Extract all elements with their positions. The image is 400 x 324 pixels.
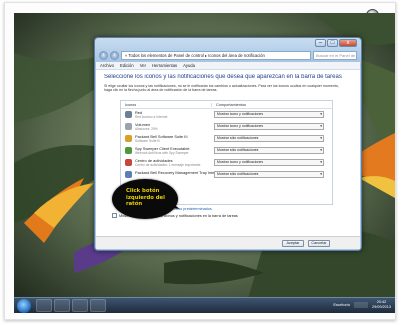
chevron-down-icon: ▾ [320,136,322,140]
close-button[interactable]: x [339,39,357,47]
behavior-select[interactable]: Mostrar icono y notificaciones ▾ [214,159,324,166]
behavior-select-value: Mostrar icono y notificaciones [217,124,264,128]
desktop-toolbar-label[interactable]: Escritorio [333,302,350,307]
table-header: Iconos Comportamientos [121,101,332,109]
recovery-icon [125,171,132,178]
chevron-down-icon: ▾ [320,124,322,128]
minimize-button[interactable]: – [315,39,326,47]
table-row: Packard Bell Software Suite III Software… [121,133,332,145]
behavior-select[interactable]: Mostrar sólo notificaciones ▾ [214,135,324,142]
menu-bar: Archivo Edición Ver Herramientas Ayuda [96,62,360,70]
behavior-select-value: Mostrar icono y notificaciones [217,112,264,116]
clock[interactable]: 20:42 29/09/2013 [372,300,391,309]
menu-ver[interactable]: Ver [140,63,146,68]
behavior-select-value: Mostrar sólo notificaciones [217,172,259,176]
tray-icons[interactable] [353,301,368,308]
back-arrow-icon[interactable]: ‹ [99,50,108,60]
menu-edicion[interactable]: Edición [120,63,134,68]
column-header-behavior[interactable]: Comportamientos [211,102,332,107]
behavior-select[interactable]: Mostrar sólo notificaciones ▾ [214,147,324,154]
behavior-select[interactable]: Mostrar icono y notificaciones ▾ [214,111,324,118]
network-icon [125,111,132,118]
row-subtitle: Altavoces: 29% [135,127,158,131]
system-tray: Escritorio 20:42 29/09/2013 [333,300,391,309]
search-input[interactable]: Buscar en el Panel de control [313,50,357,60]
always-show-checkbox[interactable] [112,213,117,218]
table-row: Red Red Acceso a Internet Mostrar icono … [121,109,332,121]
chevron-down-icon: ▾ [320,112,322,116]
chevron-down-icon: ▾ [320,148,322,152]
menu-herramientas[interactable]: Herramientas [152,63,177,68]
page-description: Si elige ocultar los iconos y las notifi… [104,84,339,93]
table-row: Centro de actividades Centro de activida… [121,157,332,169]
spy-sweeper-icon [125,147,132,154]
dialog-footer: Aceptar Cancelar [96,236,360,249]
row-subtitle: Centro de actividades: 1 mensaje importa… [135,163,201,167]
cancel-button[interactable]: Cancelar [308,240,330,247]
control-panel-task[interactable] [90,299,106,312]
behavior-select-value: Mostrar sólo notificaciones [217,136,259,140]
row-subtitle: Software Suite III [135,139,161,143]
caption-buttons: – □ x [315,39,357,47]
menu-archivo[interactable]: Archivo [100,63,114,68]
volume-icon [125,123,132,130]
photo-frame: – □ x ‹ › « Todos los elementos de Panel… [4,2,396,320]
start-orb-icon[interactable] [17,299,31,313]
maximize-button[interactable]: □ [327,39,338,47]
row-subtitle: Red Acceso a Internet [135,115,168,119]
chevron-down-icon: ▾ [320,160,322,164]
navigation-row: ‹ › « Todos los elementos de Panel de co… [99,50,357,60]
media-icon[interactable] [72,299,88,312]
row-name: Packard Bell Recovery Management Tray In… [135,170,224,175]
flag-icon [125,159,132,166]
callout-text: Click botón izquierdo del ratón [126,188,165,207]
control-panel-window: – □ x ‹ › « Todos los elementos de Panel… [94,37,362,251]
accept-button[interactable]: Aceptar [282,240,304,247]
folder-icon[interactable] [54,299,70,312]
table-row: Volumen Altavoces: 29% Mostrar icono y n… [121,121,332,133]
behavior-select-value: Mostrar sólo notificaciones [217,148,259,152]
page-title: Seleccione los iconos y las notificacion… [104,74,342,80]
table-row: Spy Sweeper Client Executable Webroot An… [121,145,332,157]
packard-bell-icon [125,135,132,142]
forward-arrow-icon[interactable]: › [110,50,119,60]
behavior-select[interactable]: Mostrar sólo notificaciones ▾ [214,171,324,178]
taskbar: Escritorio 20:42 29/09/2013 [14,297,395,313]
ie-icon[interactable] [36,299,52,312]
menu-ayuda[interactable]: Ayuda [183,63,195,68]
row-subtitle: Webroot AntiVirus with Spy Sweeper [135,151,189,155]
behavior-select[interactable]: Mostrar icono y notificaciones ▾ [214,123,324,130]
behavior-select-value: Mostrar icono y notificaciones [217,160,264,164]
chevron-down-icon: ▾ [320,172,322,176]
address-bar[interactable]: « Todos los elementos de Panel de contro… [121,50,311,60]
desktop-screen: – □ x ‹ › « Todos los elementos de Panel… [14,13,395,313]
column-header-icons[interactable]: Iconos [121,103,211,107]
taskbar-items [36,299,106,312]
clock-date: 29/09/2013 [371,304,391,309]
